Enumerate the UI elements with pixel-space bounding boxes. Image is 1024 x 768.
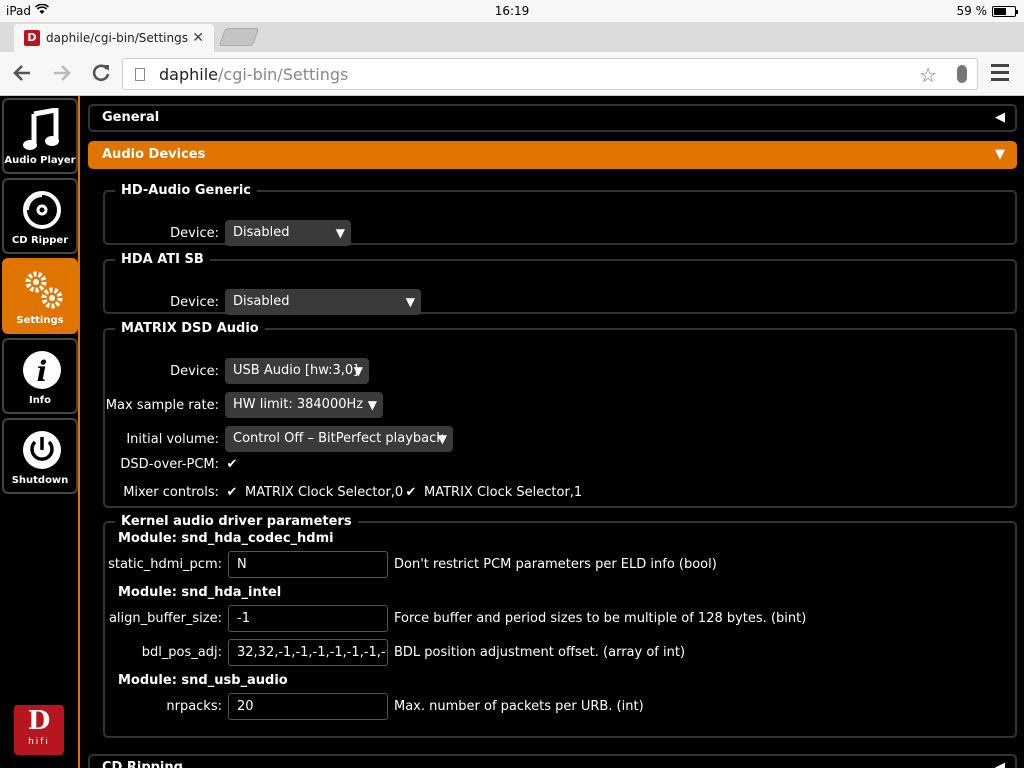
max-sample-rate-select[interactable]: HW limit: 384000Hz ▼ bbox=[225, 392, 383, 418]
mixer-control-label: MATRIX Clock Selector,1 bbox=[424, 485, 583, 500]
battery-icon bbox=[992, 5, 1018, 17]
sidebar-item-label: Info bbox=[28, 395, 52, 406]
sidebar-item-info[interactable]: i Info bbox=[2, 338, 78, 414]
hd-audio-generic-group: HD-Audio Generic Device: Disabled ▼ bbox=[103, 183, 1017, 246]
daphile-hifi-logo: D hifi bbox=[14, 705, 64, 755]
expanded-arrow-icon: ▼ bbox=[995, 147, 1005, 162]
initial-volume-select[interactable]: Control Off – BitPerfect playback ▼ bbox=[225, 426, 453, 452]
align-buffer-size-input[interactable]: -1 bbox=[228, 605, 388, 632]
collapsed-arrow-icon: ◀ bbox=[995, 760, 1005, 768]
url-host: daphile bbox=[159, 64, 218, 84]
group-title: Kernel audio driver parameters bbox=[121, 514, 352, 529]
section-general[interactable]: General ◀ bbox=[88, 104, 1017, 132]
browser-toolbar: daphile/cgi-bin/Settings ☆ bbox=[0, 52, 1024, 96]
dropdown-caret-icon: ▼ bbox=[367, 398, 377, 412]
tab-title: daphile/cgi-bin/Settings bbox=[46, 31, 188, 45]
group-title: HD-Audio Generic bbox=[121, 183, 251, 198]
device-select[interactable]: Disabled ▼ bbox=[225, 289, 421, 315]
param-description: Don't restrict PCM parameters per ELD in… bbox=[394, 557, 717, 572]
mixer-controls-label: Mixer controls: bbox=[123, 485, 219, 500]
param-description: Max. number of packets per URB. (int) bbox=[394, 699, 644, 714]
daphile-favicon-icon: D bbox=[24, 30, 40, 46]
group-title: MATRIX DSD Audio bbox=[121, 321, 259, 336]
collapsed-arrow-icon: ◀ bbox=[995, 110, 1005, 125]
url-path: /cgi-bin/Settings bbox=[218, 64, 349, 84]
device-label: Device: bbox=[170, 225, 219, 241]
back-arrow-icon[interactable] bbox=[10, 62, 34, 86]
sidebar-item-label: CD Ripper bbox=[11, 235, 69, 246]
sidebar-item-shutdown[interactable]: Shutdown bbox=[2, 418, 78, 494]
module-name: Module: snd_hda_intel bbox=[118, 585, 282, 600]
dropdown-caret-icon: ▼ bbox=[335, 226, 345, 240]
sidebar-item-settings[interactable]: Settings bbox=[2, 258, 78, 334]
section-title: General bbox=[102, 110, 160, 125]
static-hdmi-pcm-input[interactable]: N bbox=[228, 551, 388, 578]
address-bar[interactable]: daphile/cgi-bin/Settings ☆ bbox=[122, 58, 978, 90]
module-name: Module: snd_usb_audio bbox=[118, 673, 288, 688]
param-label: nrpacks: bbox=[166, 699, 222, 714]
sidebar-item-label: Shutdown bbox=[11, 475, 69, 486]
device-select[interactable]: USB Audio [hw:3,0] ▼ bbox=[225, 358, 369, 384]
param-description: Force buffer and period sizes to be mult… bbox=[394, 611, 807, 626]
clock: 16:19 bbox=[494, 4, 530, 18]
max-sample-rate-label: Max sample rate: bbox=[105, 397, 219, 413]
dropdown-caret-icon: ▼ bbox=[437, 432, 447, 446]
device-select[interactable]: Disabled ▼ bbox=[225, 220, 351, 246]
param-description: BDL position adjustment offset. (array o… bbox=[394, 645, 686, 660]
gears-icon bbox=[22, 268, 63, 312]
tab-strip: D daphile/cgi-bin/Settings ✕ bbox=[0, 22, 1024, 52]
dsd-over-pcm-label: DSD-over-PCM: bbox=[120, 457, 219, 472]
mixer-control-label: MATRIX Clock Selector,0 bbox=[245, 485, 404, 500]
initial-volume-label: Initial volume: bbox=[126, 431, 219, 447]
device-label: Device: bbox=[170, 294, 219, 310]
nrpacks-input[interactable]: 20 bbox=[228, 693, 388, 720]
sidebar-item-audio-player[interactable]: Audio Player bbox=[2, 98, 78, 174]
forward-arrow-icon[interactable] bbox=[50, 62, 74, 86]
param-label: bdl_pos_adj: bbox=[141, 645, 222, 660]
dropdown-caret-icon: ▼ bbox=[405, 295, 415, 309]
dsd-over-pcm-checkbox[interactable]: ✔ bbox=[225, 457, 239, 472]
param-label: static_hdmi_pcm: bbox=[108, 557, 222, 572]
status-bar: iPad 16:19 59 % bbox=[0, 0, 1024, 22]
settings-content: General ◀ Audio Devices ▼ HD-Audio Gener… bbox=[86, 96, 1024, 768]
section-audio-devices[interactable]: Audio Devices ▼ bbox=[88, 141, 1017, 169]
section-title: Audio Devices bbox=[102, 147, 206, 162]
power-icon bbox=[22, 428, 62, 472]
reload-icon[interactable] bbox=[89, 62, 113, 86]
bookmark-star-icon[interactable]: ☆ bbox=[919, 63, 937, 87]
param-label: align_buffer_size: bbox=[108, 611, 222, 626]
browser-tab[interactable]: D daphile/cgi-bin/Settings ✕ bbox=[14, 24, 214, 52]
sidebar-item-label: Settings bbox=[16, 315, 64, 326]
page-icon bbox=[135, 67, 145, 81]
close-tab-icon[interactable]: ✕ bbox=[192, 30, 204, 46]
dropdown-caret-icon: ▼ bbox=[353, 364, 363, 378]
matrix-dsd-audio-group: MATRIX DSD Audio Device: USB Audio [hw:3… bbox=[103, 321, 1017, 508]
group-title: HDA ATI SB bbox=[121, 252, 204, 267]
kernel-params-group: Kernel audio driver parameters Module: s… bbox=[103, 514, 1017, 738]
module-name: Module: snd_hda_codec_hdmi bbox=[118, 531, 334, 546]
sidebar-item-cd-ripper[interactable]: CD Ripper bbox=[2, 178, 78, 254]
section-title: CD Ripping bbox=[102, 760, 183, 768]
mixer-control-checkbox[interactable]: ✔ bbox=[225, 485, 239, 500]
new-tab-button[interactable] bbox=[218, 28, 260, 46]
sidebar-item-label: Audio Player bbox=[4, 155, 76, 166]
menu-icon[interactable] bbox=[991, 64, 1009, 84]
sidebar: Audio Player CD Ripper Settings i Info S… bbox=[0, 96, 80, 768]
microphone-icon[interactable] bbox=[957, 65, 967, 83]
svg-text:i: i bbox=[37, 355, 48, 388]
device-label: Device: bbox=[170, 363, 219, 379]
hda-ati-sb-group: HDA ATI SB Device: Disabled ▼ bbox=[103, 252, 1017, 315]
music-note-icon bbox=[22, 107, 62, 152]
cd-icon bbox=[22, 188, 62, 232]
mixer-control-checkbox[interactable]: ✔ bbox=[404, 485, 418, 500]
section-cd-ripping[interactable]: CD Ripping ◀ bbox=[88, 754, 1017, 768]
info-icon: i bbox=[22, 348, 62, 392]
bdl-pos-adj-input[interactable]: 32,32,-1,-1,-1,-1,-1,-1,- bbox=[228, 639, 388, 666]
battery-percent: 59 % bbox=[956, 4, 988, 18]
